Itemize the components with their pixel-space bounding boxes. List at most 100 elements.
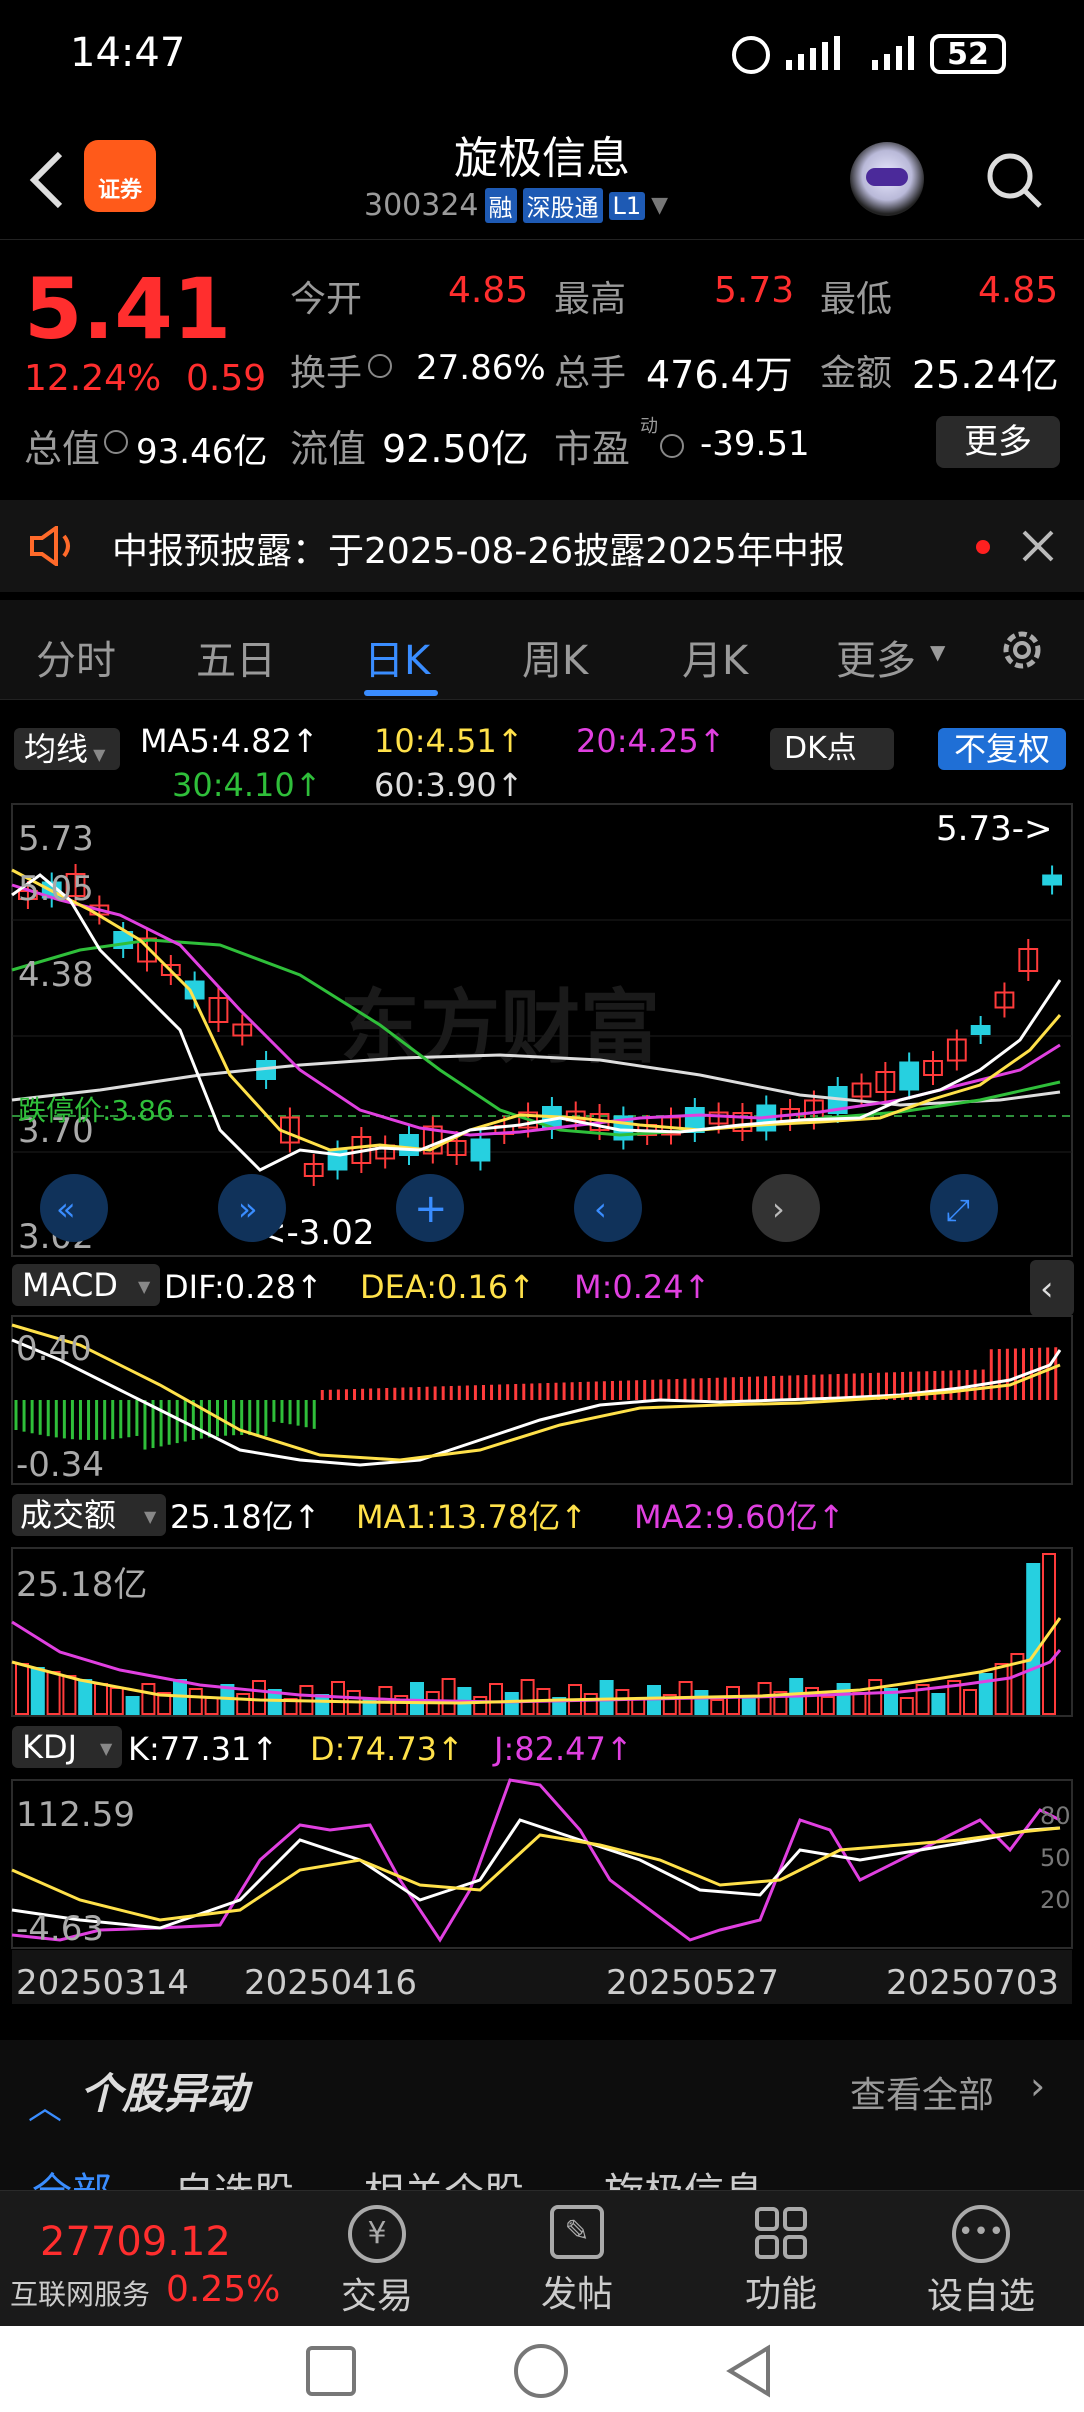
- chevron-right-icon[interactable]: ›: [1030, 2064, 1045, 2108]
- view-all-link[interactable]: 查看全部: [850, 2066, 994, 2118]
- volume-ma2-line: [11, 1620, 1062, 1704]
- pe-info-icon[interactable]: [660, 434, 684, 458]
- turnover-info-icon[interactable]: [368, 354, 392, 378]
- stock-events-section: ︿ 个股异动 查看全部 › 全部 自选股 相关个股 旋极信息: [0, 2040, 1084, 2216]
- kdj-j-line: [11, 1778, 1061, 1943]
- volume-bar: [583, 1693, 598, 1715]
- float-mv-value: 92.50亿: [382, 427, 529, 471]
- kdj-level-20: 20: [1040, 1886, 1071, 1914]
- zoom-out-button[interactable]: «: [40, 1174, 108, 1242]
- volume-bar: [615, 1689, 630, 1715]
- gear-icon[interactable]: [994, 622, 1050, 678]
- index-name: 互联网服务: [10, 2278, 151, 2311]
- open-label: 今开: [290, 279, 363, 320]
- kdj-d: D:74.73↑: [310, 1730, 464, 1768]
- pe-value: -39.51: [700, 424, 810, 464]
- nav-functions[interactable]: 功能: [726, 2191, 836, 2327]
- kline-chart[interactable]: 东方财富 5.73 5.05 4.38 3.70 3.02 跌停价:3.86 5…: [0, 800, 1084, 2040]
- tab-weekly-k[interactable]: 周K: [522, 628, 588, 686]
- volume-bar: [504, 1692, 519, 1715]
- nav-trade[interactable]: ¥ 交易: [322, 2191, 432, 2327]
- volume-bar: [141, 1683, 156, 1715]
- amount-label: 金额: [820, 353, 893, 394]
- trade-icon: ¥: [348, 2205, 406, 2263]
- volume-bar: [46, 1671, 61, 1715]
- caret-down-icon: ▼: [930, 640, 946, 664]
- home-button[interactable]: [514, 2344, 568, 2398]
- index-widget[interactable]: 27709.12 互联网服务 0.25%: [0, 2191, 300, 2327]
- volume-bar: [694, 1690, 709, 1715]
- volume-bar: [473, 1696, 488, 1715]
- ma-legend: 均线 ▼ MA5:4.82↑ 10:4.51↑ 20:4.25↑ 30:4.10…: [0, 712, 1084, 804]
- no-adjust-button[interactable]: 不复权: [938, 728, 1066, 770]
- volume-bar: [315, 1694, 330, 1715]
- ma60-value: 60:3.90↑: [374, 766, 524, 804]
- search-icon[interactable]: [984, 150, 1044, 210]
- kdj-label: KDJ: [22, 1728, 77, 1766]
- ma-selector[interactable]: 均线 ▼: [14, 728, 120, 770]
- header: 证券 旋极信息 300324 融 深股通 L1 ▼: [0, 110, 1084, 240]
- recents-button[interactable]: [306, 2346, 356, 2396]
- volume-bar: [899, 1697, 914, 1715]
- volume-axis-top: 25.18亿: [16, 1565, 147, 1605]
- next-button[interactable]: ›: [752, 1174, 820, 1242]
- notice-bar[interactable]: 中报预披露：于2025-08-26披露2025年中报: [0, 500, 1084, 592]
- tab-five-day[interactable]: 五日: [196, 628, 276, 686]
- last-price: 5.41: [24, 260, 232, 358]
- tab-more[interactable]: 更多: [836, 628, 916, 686]
- candle: [899, 1061, 920, 1091]
- volume-bar: [441, 1678, 456, 1715]
- kdj-level-50: 50: [1040, 1844, 1071, 1872]
- svg-text:«: «: [56, 1190, 76, 1228]
- stock-code: 300324: [364, 188, 479, 223]
- zoom-in-button[interactable]: »: [218, 1174, 286, 1242]
- ma30-value: 30:4.10↑: [172, 766, 322, 804]
- tab-monthly-k[interactable]: 月K: [682, 628, 748, 686]
- edit-icon: ✎: [550, 2205, 604, 2259]
- dk-point-button[interactable]: DK点: [770, 728, 894, 770]
- info-icon[interactable]: [104, 430, 128, 454]
- index-pct: 0.25%: [166, 2269, 281, 2310]
- close-icon[interactable]: [1018, 526, 1058, 566]
- volume-bar: [78, 1679, 93, 1715]
- chevron-down-icon[interactable]: ▼: [651, 193, 668, 218]
- pe-label: 市盈: [554, 427, 631, 471]
- nav-add-watch[interactable]: ••• 设自选: [916, 2191, 1046, 2327]
- volume-bar: [30, 1667, 45, 1715]
- notice-dot: [976, 540, 990, 554]
- volume-bar: [994, 1663, 1009, 1715]
- low-label: 最低: [820, 279, 893, 320]
- volume-label: 成交额: [20, 1496, 116, 1534]
- limit-down-label: 跌停价:3.86: [18, 1094, 174, 1127]
- back-nav-button[interactable]: [722, 2344, 776, 2398]
- tab-daily-k[interactable]: 日K: [364, 628, 430, 686]
- ma5-value: MA5:4.82↑: [140, 722, 319, 760]
- price-axis-mid1: 5.05: [18, 869, 94, 909]
- total-mv-value: 93.46亿: [136, 432, 268, 472]
- fullscreen-button[interactable]: ⤢: [930, 1174, 998, 1242]
- robot-avatar-icon[interactable]: [850, 142, 924, 216]
- macd-histogram: [14, 1347, 1058, 1450]
- date-3: 20250527: [606, 1963, 779, 2003]
- collapse-up-icon[interactable]: ︿: [28, 2080, 62, 2129]
- volume-bar: [188, 1688, 203, 1715]
- nav-post[interactable]: ✎ 发帖: [522, 2191, 632, 2327]
- kdj-j: J:82.47↑: [492, 1730, 633, 1768]
- ma20-value: 20:4.25↑: [576, 722, 726, 760]
- prev-button[interactable]: ‹: [574, 1174, 642, 1242]
- volume-bar: [125, 1696, 140, 1715]
- more-button[interactable]: 更多: [936, 416, 1060, 468]
- low-value: 4.85: [978, 270, 1059, 311]
- volume-bar: [62, 1675, 77, 1715]
- pct-change: 12.24%: [24, 358, 162, 399]
- price-axis-high: 5.73: [18, 819, 94, 859]
- candle: [399, 1134, 419, 1156]
- svg-text:‹: ‹: [594, 1190, 607, 1228]
- abs-change: 0.59: [186, 358, 267, 399]
- charts-svg: 东方财富 5.73 5.05 4.38 3.70 3.02 跌停价:3.86 5…: [11, 803, 1074, 2004]
- price-axis-mid2: 4.38: [18, 955, 94, 995]
- kdj-axis-bottom: -4.63: [16, 1909, 104, 1949]
- tab-intraday[interactable]: 分时: [36, 628, 116, 686]
- amount-value: 25.24亿: [912, 353, 1059, 397]
- crosshair-button[interactable]: +: [396, 1174, 464, 1242]
